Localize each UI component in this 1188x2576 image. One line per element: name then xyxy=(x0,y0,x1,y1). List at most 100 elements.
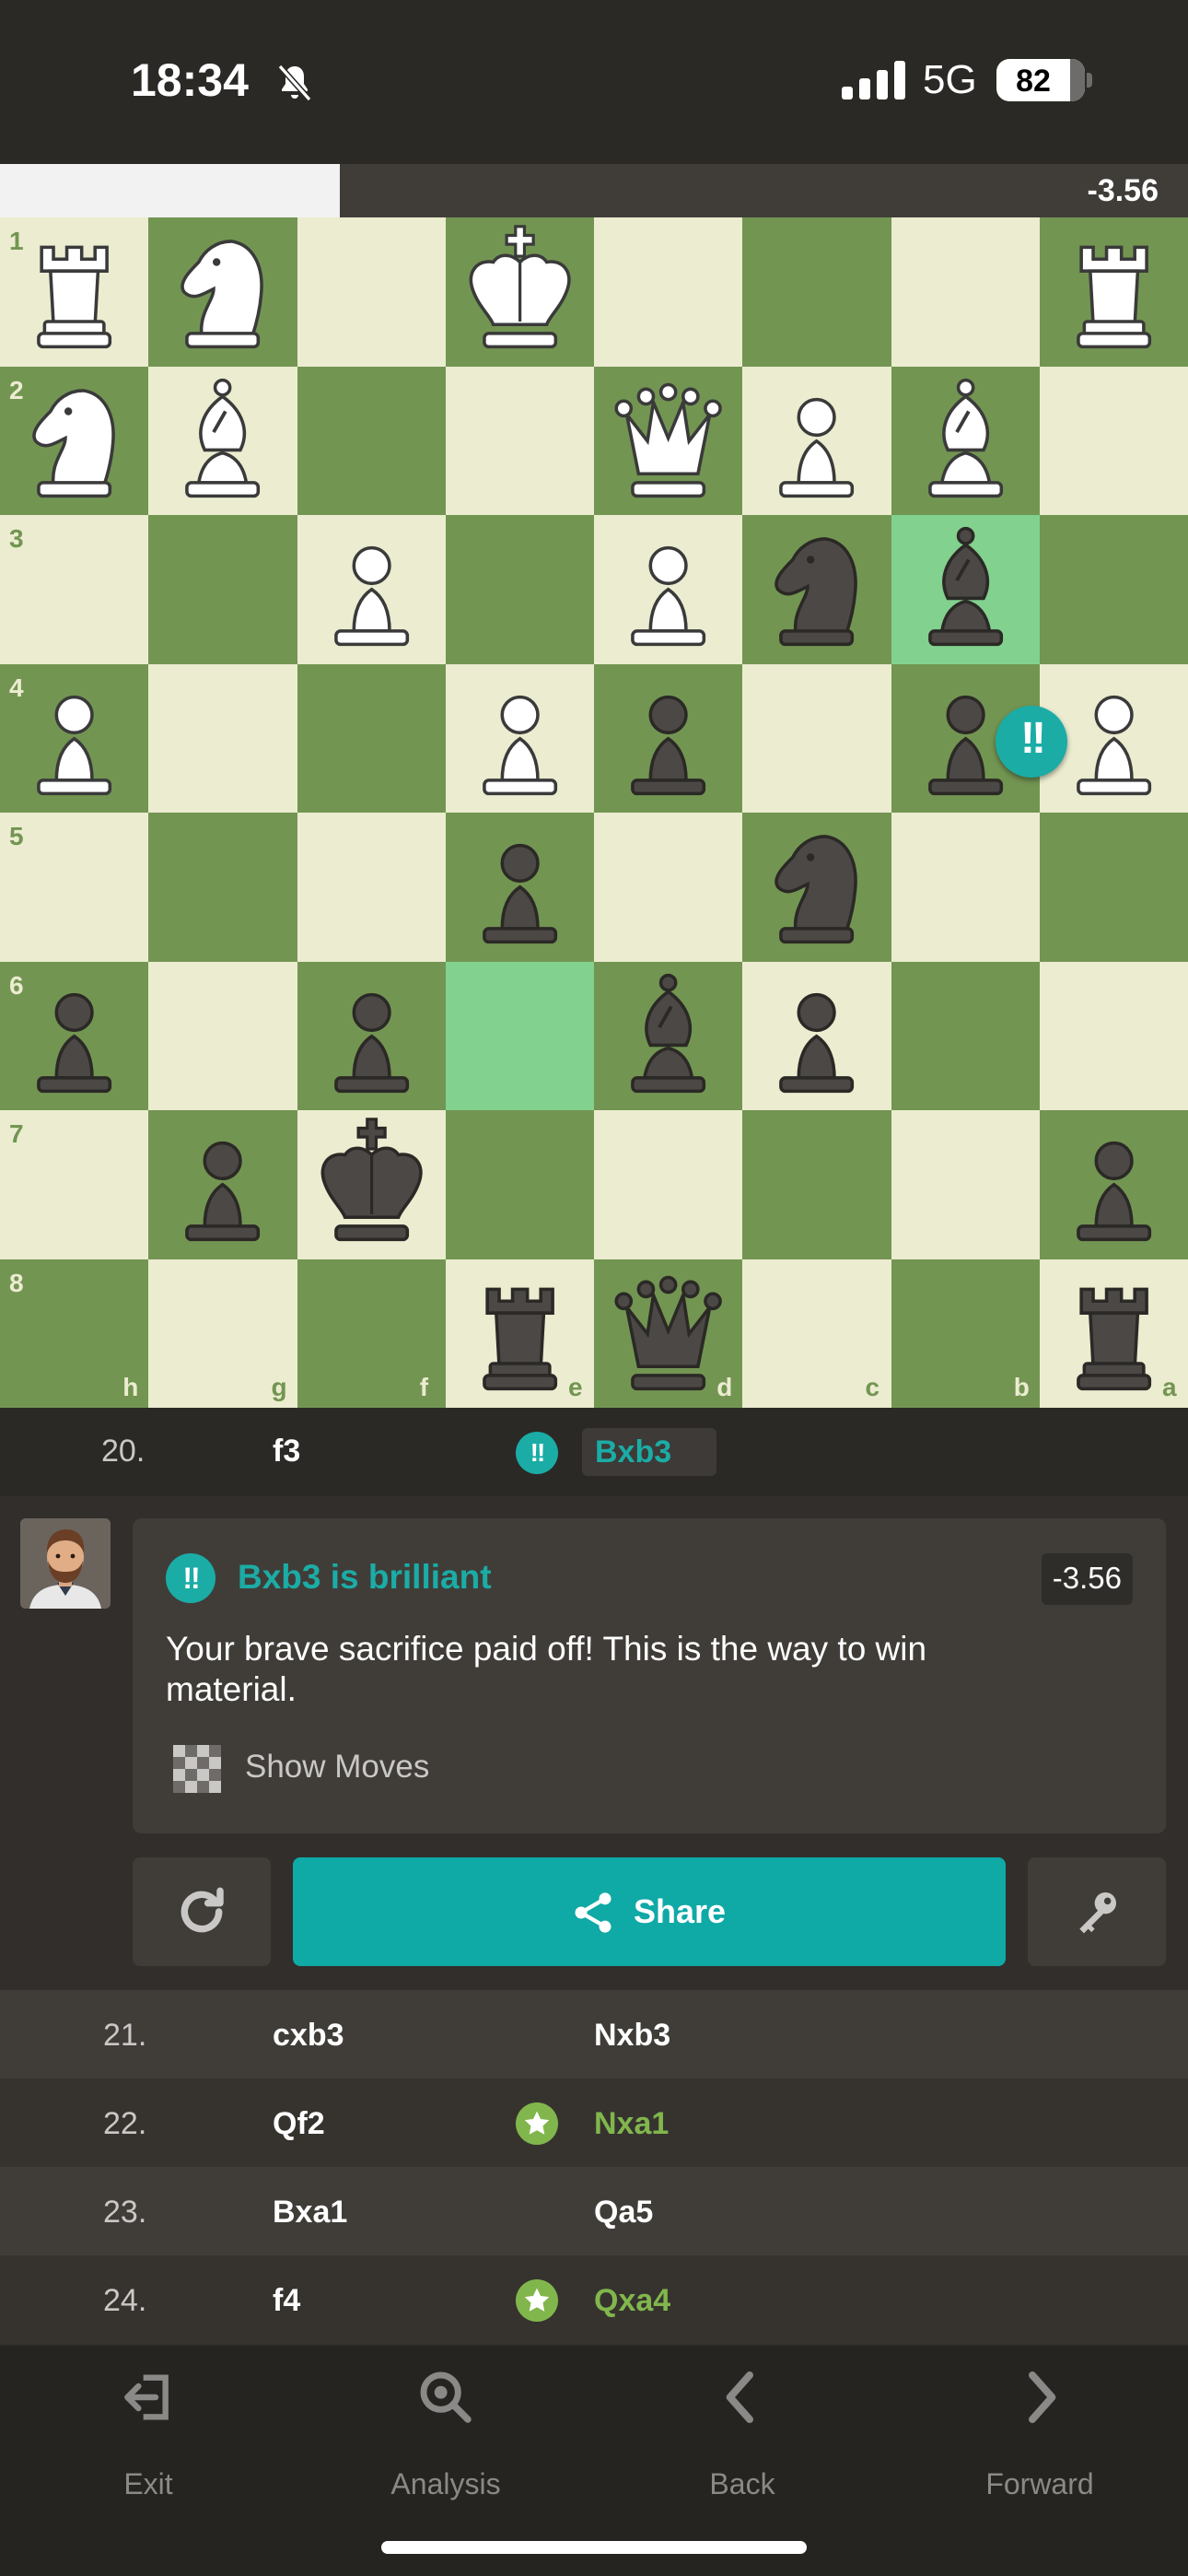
white-move[interactable]: f4 xyxy=(273,2283,300,2319)
square-g4[interactable] xyxy=(148,663,297,813)
square-e7[interactable] xyxy=(445,1110,594,1259)
black-move[interactable]: Nxa1 xyxy=(594,2106,669,2142)
nav-analysis-label: Analysis xyxy=(390,2467,501,2500)
rank-label: 3 xyxy=(9,524,24,553)
black-pawn-icon[interactable] xyxy=(1040,1110,1188,1259)
square-g5[interactable] xyxy=(148,813,297,962)
share-label: Share xyxy=(634,1892,727,1930)
nav-back[interactable]: Back xyxy=(632,2368,853,2515)
best-move-star-icon xyxy=(516,2279,558,2322)
square-b1[interactable] xyxy=(891,217,1040,367)
black-knight-icon[interactable] xyxy=(742,515,891,664)
white-knight-icon[interactable] xyxy=(148,217,297,367)
white-move[interactable]: cxb3 xyxy=(273,2018,344,2054)
black-bishop-icon[interactable] xyxy=(594,962,742,1111)
square-b7[interactable] xyxy=(891,1110,1040,1259)
square-b6[interactable] xyxy=(891,961,1040,1110)
move-number: 22. xyxy=(103,2106,147,2141)
key-moves-button[interactable] xyxy=(1028,1857,1166,1966)
brilliant-move-badge: !! xyxy=(996,706,1067,778)
square-e3[interactable] xyxy=(445,515,594,664)
battery-indicator: 82 xyxy=(996,59,1092,101)
black-knight-icon[interactable] xyxy=(742,813,891,962)
retry-button[interactable] xyxy=(133,1857,271,1966)
file-label: d xyxy=(716,1373,733,1401)
black-move[interactable]: Qxa4 xyxy=(594,2283,670,2319)
square-a2[interactable] xyxy=(1039,366,1188,515)
move-number: 21. xyxy=(103,2018,147,2053)
nav-exit[interactable]: Exit xyxy=(38,2368,259,2515)
file-label: e xyxy=(568,1373,583,1401)
white-move[interactable]: Bxa1 xyxy=(273,2195,347,2231)
best-move-star-icon xyxy=(516,2102,558,2145)
square-c7[interactable] xyxy=(742,1110,891,1259)
home-indicator[interactable] xyxy=(381,2541,807,2554)
coach-feedback-card: !! Bxb3 is brilliant -3.56 Your brave sa… xyxy=(133,1518,1166,1833)
black-move-selected[interactable]: Bxb3 xyxy=(582,1428,716,1476)
nav-forward[interactable]: Forward xyxy=(929,2368,1150,2515)
move-row[interactable]: 22. Qf2 Nxa1 xyxy=(0,2078,1188,2167)
square-g6[interactable] xyxy=(148,961,297,1110)
square-f1[interactable] xyxy=(297,217,446,367)
square-d7[interactable] xyxy=(594,1110,743,1259)
move-row[interactable]: 24. f4 Qxa4 xyxy=(0,2255,1188,2344)
move-row[interactable]: 21. cxb3 Nxb3 xyxy=(0,1990,1188,2078)
evaluation-bar: -3.56 xyxy=(0,164,1188,217)
white-bishop-icon[interactable] xyxy=(148,367,297,516)
white-rook-icon[interactable] xyxy=(1040,217,1188,367)
square-d5[interactable] xyxy=(594,813,743,962)
white-pawn-icon[interactable] xyxy=(594,515,742,664)
square-d1[interactable] xyxy=(594,217,743,367)
square-c4[interactable] xyxy=(742,663,891,813)
black-pawn-icon[interactable] xyxy=(446,813,594,962)
black-pawn-icon[interactable] xyxy=(742,962,891,1111)
rank-label: 5 xyxy=(9,822,24,850)
black-bishop-icon[interactable] xyxy=(891,515,1040,664)
nav-forward-label: Forward xyxy=(985,2467,1094,2500)
black-move[interactable]: Nxb3 xyxy=(594,2018,670,2054)
white-bishop-icon[interactable] xyxy=(891,367,1040,516)
white-pawn-icon[interactable] xyxy=(297,515,446,664)
square-e6[interactable] xyxy=(445,961,594,1110)
chevron-right-icon xyxy=(1029,2371,1056,2423)
rank-label: 4 xyxy=(9,673,24,702)
square-f2[interactable] xyxy=(297,366,446,515)
black-move[interactable]: Qa5 xyxy=(594,2195,653,2231)
file-label: c xyxy=(865,1373,880,1401)
move-number: 23. xyxy=(103,2195,147,2230)
square-a6[interactable] xyxy=(1039,961,1188,1110)
black-pawn-icon[interactable] xyxy=(148,1110,297,1259)
file-label: g xyxy=(271,1373,287,1401)
square-a3[interactable] xyxy=(1039,515,1188,664)
black-pawn-icon[interactable] xyxy=(594,664,742,814)
rank-label: 7 xyxy=(9,1119,24,1148)
square-f5[interactable] xyxy=(297,813,446,962)
coach-title: Bxb3 is brilliant xyxy=(238,1558,492,1596)
chevron-left-icon xyxy=(726,2371,753,2423)
square-g3[interactable] xyxy=(148,515,297,664)
white-move[interactable]: f3 xyxy=(273,1434,300,1469)
share-button[interactable]: Share xyxy=(293,1857,1006,1966)
white-pawn-icon[interactable] xyxy=(742,367,891,516)
black-king-icon[interactable] xyxy=(297,1110,446,1259)
file-label: h xyxy=(122,1373,139,1401)
white-queen-icon[interactable] xyxy=(594,367,742,516)
square-e2[interactable] xyxy=(445,366,594,515)
rank-label: 2 xyxy=(9,375,24,404)
share-icon xyxy=(575,1892,611,1933)
square-f4[interactable] xyxy=(297,663,446,813)
square-b5[interactable] xyxy=(891,813,1040,962)
rank-label: 6 xyxy=(9,970,24,1000)
chess-board[interactable]: !! 1 2 3 4 5 6 7 8 h g f e d c b a xyxy=(0,217,1188,1408)
white-king-icon[interactable] xyxy=(446,217,594,367)
coach-eval-badge: -3.56 xyxy=(1041,1553,1133,1605)
square-a5[interactable] xyxy=(1039,813,1188,962)
white-move[interactable]: Qf2 xyxy=(273,2106,325,2142)
square-c1[interactable] xyxy=(742,217,891,367)
nav-analysis[interactable]: Analysis xyxy=(335,2368,556,2515)
current-move-row[interactable]: 20. f3 !! Bxb3 xyxy=(0,1408,1188,1496)
brilliant-icon: !! xyxy=(166,1553,215,1603)
black-pawn-icon[interactable] xyxy=(297,962,446,1111)
move-row[interactable]: 23. Bxa1 Qa5 xyxy=(0,2167,1188,2255)
white-pawn-icon[interactable] xyxy=(446,664,594,814)
